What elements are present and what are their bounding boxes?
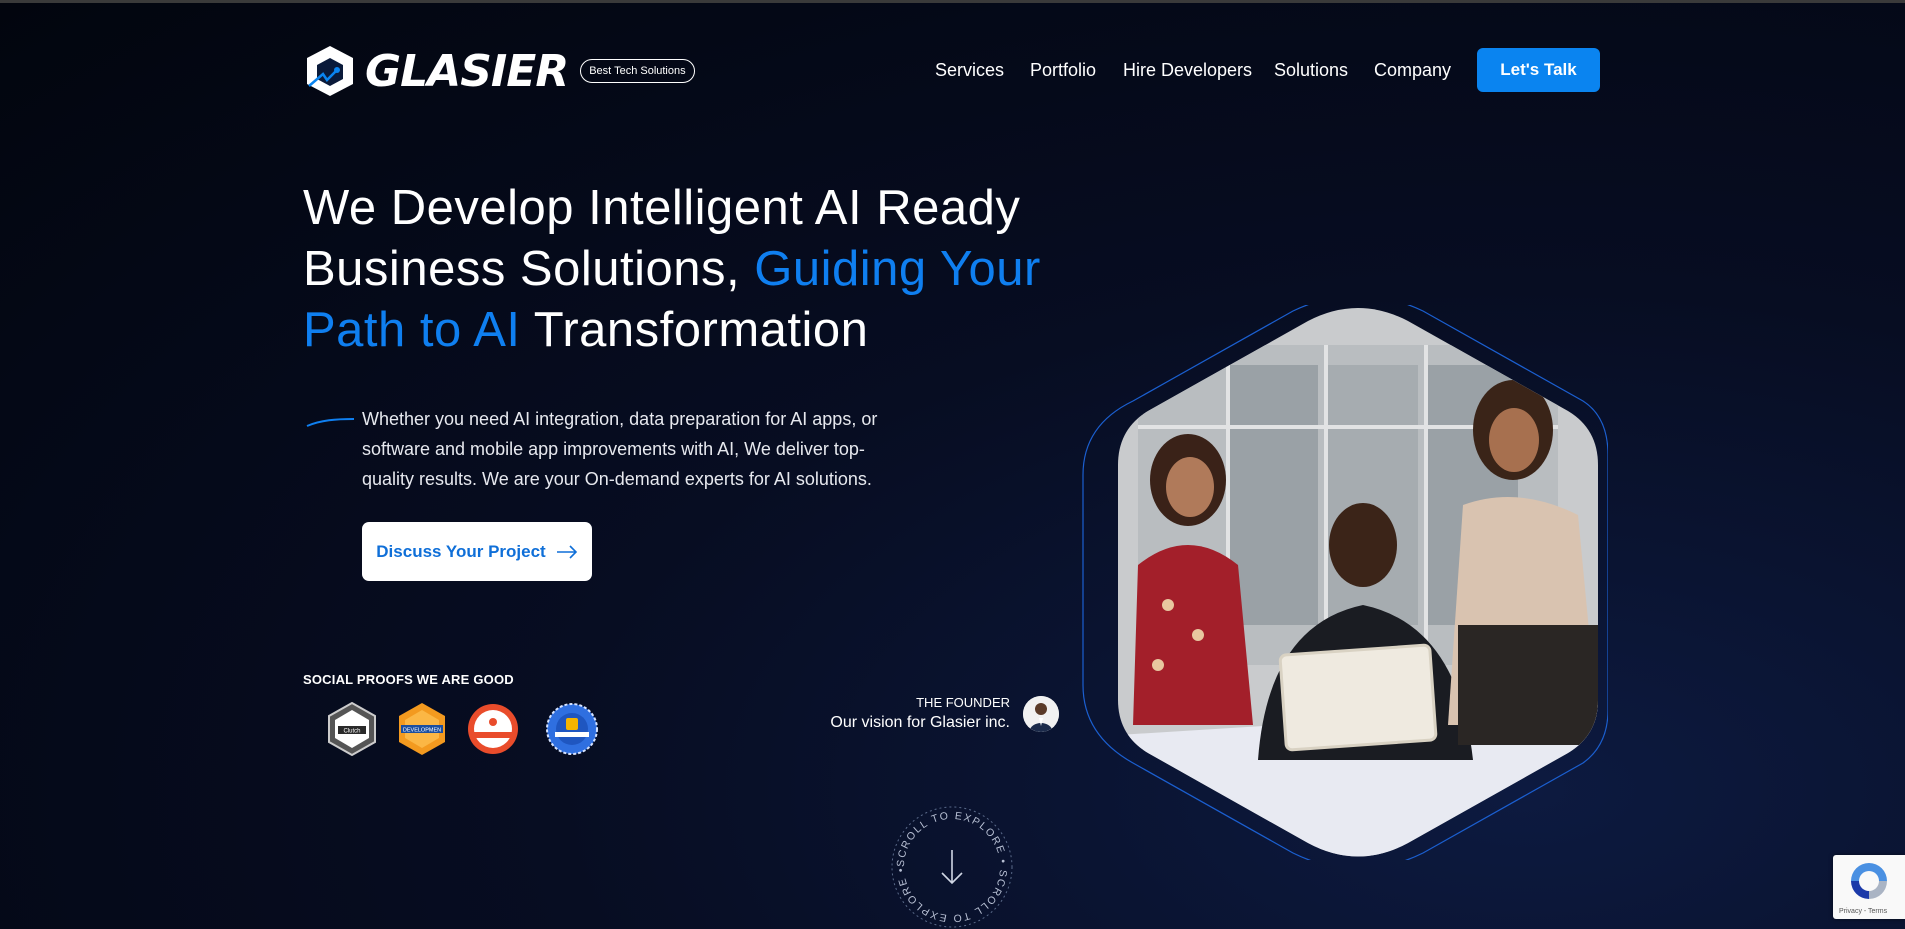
nav-company[interactable]: Company: [1374, 60, 1451, 81]
developer-badge-icon[interactable]: DEVELOPMEN: [395, 702, 449, 756]
social-proofs-label: SOCIAL PROOFS WE ARE GOOD: [303, 672, 514, 687]
brand-logo[interactable]: GLASIER Best Tech Solutions: [303, 44, 695, 98]
recaptcha-icon: [1851, 863, 1887, 899]
brand-name: GLASIER: [365, 45, 569, 97]
nav-portfolio[interactable]: Portfolio: [1030, 60, 1096, 81]
scroll-to-explore-button[interactable]: SCROLL TO EXPLORE • SCROLL TO EXPLORE •: [890, 805, 1014, 929]
lets-talk-button[interactable]: Let's Talk: [1477, 48, 1600, 92]
accent-swoosh-icon: [306, 418, 355, 427]
brand-badge: Best Tech Solutions: [580, 59, 695, 83]
founder-link[interactable]: Our vision for Glasier inc.: [830, 714, 1010, 732]
goodfirms-badge-icon[interactable]: [545, 702, 599, 756]
arrow-right-icon: [556, 544, 577, 559]
discuss-project-button[interactable]: Discuss Your Project: [362, 522, 592, 581]
founder-kicker: THE FOUNDER: [916, 695, 1010, 710]
founder-avatar[interactable]: [1023, 696, 1059, 732]
clutch-badge-icon[interactable]: Clutch: [325, 702, 379, 756]
top-border: [0, 0, 1905, 3]
arrow-down-icon: [941, 850, 963, 885]
team-photo: [1082, 305, 1608, 860]
nav-services[interactable]: Services: [935, 60, 1004, 81]
nav-hire-developers[interactable]: Hire Developers: [1123, 60, 1252, 81]
recaptcha-badge[interactable]: Privacy - Terms: [1833, 855, 1905, 919]
hero-description: Whether you need AI integration, data pr…: [362, 409, 878, 489]
glasier-logo-icon: [307, 46, 353, 96]
founder-photo-icon: [1023, 696, 1059, 732]
recaptcha-links[interactable]: Privacy - Terms: [1839, 908, 1887, 915]
clutch-badge-text: Clutch: [343, 729, 360, 735]
appfutura-badge-icon[interactable]: [466, 702, 520, 756]
developer-badge-text: DEVELOPMEN: [403, 728, 441, 734]
hero-title: We Develop Intelligent AI Ready Business…: [303, 178, 1093, 361]
hero-title-part2: Transformation: [520, 303, 869, 357]
discuss-project-label: Discuss Your Project: [376, 541, 546, 561]
nav-solutions[interactable]: Solutions: [1274, 60, 1348, 81]
